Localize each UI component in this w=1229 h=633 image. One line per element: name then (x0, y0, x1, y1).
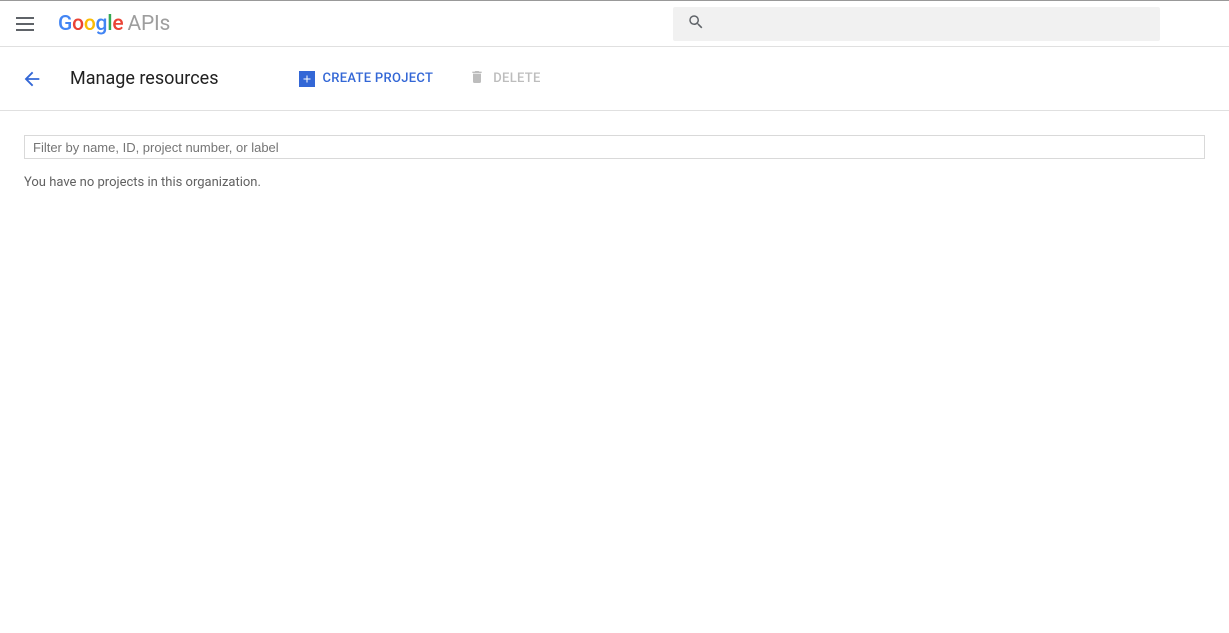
delete-label: Delete (493, 71, 540, 86)
create-project-label: Create Project (323, 71, 434, 86)
action-group: Create Project Delete (299, 69, 541, 89)
top-header: Google APIs (0, 1, 1229, 47)
search-icon (687, 13, 705, 35)
search-input[interactable] (717, 16, 1146, 32)
page-title: Manage resources (70, 68, 219, 89)
plus-icon (299, 71, 315, 87)
delete-button: Delete (469, 69, 540, 89)
action-bar: Manage resources Create Project Delete (0, 47, 1229, 111)
trash-icon (469, 69, 485, 89)
content-area: You have no projects in this organizatio… (0, 111, 1229, 190)
create-project-button[interactable]: Create Project (299, 71, 434, 87)
back-arrow-icon[interactable] (20, 67, 44, 91)
empty-state-message: You have no projects in this organizatio… (24, 175, 1205, 190)
logo-suffix: APIs (127, 12, 170, 36)
menu-icon[interactable] (16, 12, 40, 36)
filter-input[interactable] (24, 135, 1205, 159)
google-apis-logo[interactable]: Google APIs (58, 12, 170, 36)
search-box[interactable] (673, 7, 1160, 41)
